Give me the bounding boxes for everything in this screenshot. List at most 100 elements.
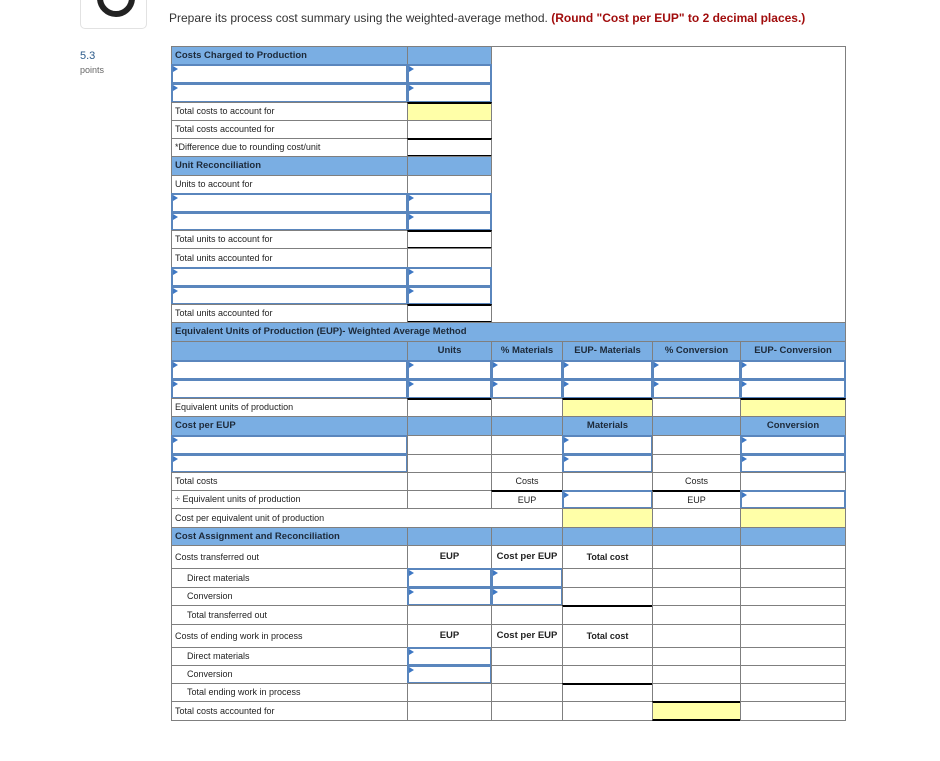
units-accounted-amount-input[interactable]	[407, 286, 492, 305]
units-to-account-label: Units to account for	[171, 175, 408, 194]
direct-materials-label-text: Direct materials	[187, 572, 250, 583]
total-costs-label: Total costs	[171, 472, 408, 491]
blank-cell	[652, 624, 741, 648]
total-costs-accounted-label: Total costs accounted for	[171, 120, 408, 139]
blank-cell	[740, 647, 846, 666]
unit-item-amount-input[interactable]	[407, 212, 492, 231]
assignment-input[interactable]	[407, 568, 492, 588]
assignment-input[interactable]	[491, 587, 563, 606]
blank-cell	[407, 435, 492, 455]
costs-tag-text: Costs	[515, 476, 539, 486]
assignment-input[interactable]	[491, 568, 563, 588]
section-header-eup: Equivalent Units of Production (EUP)- We…	[171, 322, 846, 342]
rounding-difference-label-text: *Difference due to rounding cost/unit	[175, 142, 321, 152]
eup-value-input[interactable]	[491, 379, 563, 399]
total-costs-to-account-label-text: Total costs to account for	[175, 106, 275, 116]
header-cell	[407, 416, 492, 436]
cost-item-label-input[interactable]	[171, 83, 408, 103]
costs-transferred-out-label: Costs transferred out	[171, 545, 408, 569]
header-cell	[407, 156, 492, 176]
cost-per-eup-label-input[interactable]	[171, 454, 408, 473]
eup-value-input[interactable]	[491, 360, 563, 380]
eup-units-total	[407, 398, 492, 417]
eup-value-input[interactable]	[407, 379, 492, 399]
question-status-icon-box	[80, 0, 147, 29]
conversion-cost-input[interactable]	[740, 435, 846, 455]
unit-item-label-input[interactable]	[171, 212, 408, 231]
blank-cell	[740, 587, 846, 606]
total-units-to-account-label-text: Total units to account for	[175, 234, 273, 244]
total-units-to-account-value	[407, 230, 492, 249]
ending-wip-label: Costs of ending work in process	[171, 624, 408, 648]
column-header-eup: EUP	[407, 624, 492, 648]
blank-cell	[491, 605, 563, 625]
units-to-account-value	[407, 175, 492, 194]
header-cell	[652, 416, 741, 436]
column-header-eup-conversion-text: EUP- Conversion	[754, 345, 832, 357]
total-costs-to-account-label: Total costs to account for	[171, 102, 408, 121]
assignment-input[interactable]	[407, 647, 492, 666]
units-accounted-amount-input[interactable]	[407, 267, 492, 287]
unit-item-amount-input[interactable]	[407, 193, 492, 213]
units-accounted-label-input[interactable]	[171, 267, 408, 287]
column-header-eup-materials: EUP- Materials	[562, 341, 653, 361]
column-header-eup-materials-text: EUP- Materials	[574, 345, 641, 357]
blank-cell	[740, 683, 846, 702]
column-header-eup: EUP	[407, 545, 492, 569]
blank-cell	[491, 435, 563, 455]
column-header-pct-conversion: % Conversion	[652, 341, 741, 361]
eup-value-input[interactable]	[652, 360, 741, 380]
column-header-pct-materials: % Materials	[491, 341, 563, 361]
cost-item-amount-input[interactable]	[407, 64, 492, 84]
column-header-eup-text: EUP	[439, 630, 460, 642]
header-cell	[740, 527, 846, 546]
eup-item-label-input[interactable]	[171, 379, 408, 399]
blank-cell	[491, 647, 563, 666]
unit-item-label-input[interactable]	[171, 193, 408, 213]
rounding-difference-value	[407, 138, 492, 157]
total-cost-value	[562, 665, 653, 684]
materials-cost-input[interactable]	[562, 454, 653, 473]
eup-value-input[interactable]	[740, 360, 846, 380]
units-accounted-label-input[interactable]	[171, 286, 408, 305]
eup-value-input[interactable]	[652, 379, 741, 399]
total-cost-value	[562, 587, 653, 606]
cost-item-amount-input[interactable]	[407, 83, 492, 103]
eup-value-input[interactable]	[740, 379, 846, 399]
conversion-label: Conversion	[171, 665, 408, 684]
materials-cost-per-eup	[562, 508, 653, 528]
assignment-input[interactable]	[407, 587, 492, 606]
column-header-total-cost: Total cost	[562, 624, 653, 648]
column-header-cost-per-eup-text: Cost per EUP	[496, 551, 558, 563]
total-costs-accounted-value	[652, 701, 741, 721]
eup-blank	[652, 398, 741, 417]
assignment-input[interactable]	[407, 665, 492, 684]
eup-value-input[interactable]	[562, 379, 653, 399]
points-label: points	[80, 65, 105, 75]
header-cell	[407, 527, 492, 546]
section-header-costs-charged: Costs Charged to Production	[171, 46, 408, 65]
cost-per-eup-label-input[interactable]	[171, 435, 408, 455]
conversion-label-text: Conversion	[187, 591, 233, 601]
conversion-cost-input[interactable]	[740, 454, 846, 473]
blank-cell	[652, 647, 741, 666]
eup-tag-text: EUP	[687, 494, 706, 505]
section-header-costs-charged-text: Costs Charged to Production	[175, 49, 307, 61]
divide-eup-label-text: ÷ Equivalent units of production	[175, 494, 301, 504]
blank-cell	[740, 568, 846, 588]
materials-cost-input[interactable]	[562, 435, 653, 455]
blank-cell	[652, 605, 741, 625]
eup-item-label-input[interactable]	[171, 360, 408, 380]
costs-transferred-out-label-text: Costs transferred out	[175, 551, 260, 562]
eup-conversion-total	[740, 398, 846, 417]
materials-eup-input[interactable]	[562, 490, 653, 509]
blank-cell	[407, 683, 492, 702]
eup-value-input[interactable]	[562, 360, 653, 380]
materials-total-costs	[562, 472, 653, 491]
cost-item-label-input[interactable]	[171, 64, 408, 84]
eup-value-input[interactable]	[407, 360, 492, 380]
costs-tag: Costs	[652, 472, 741, 491]
column-header-units-text: Units	[437, 345, 462, 357]
conversion-eup-input[interactable]	[740, 490, 846, 509]
blank-cell	[740, 605, 846, 625]
